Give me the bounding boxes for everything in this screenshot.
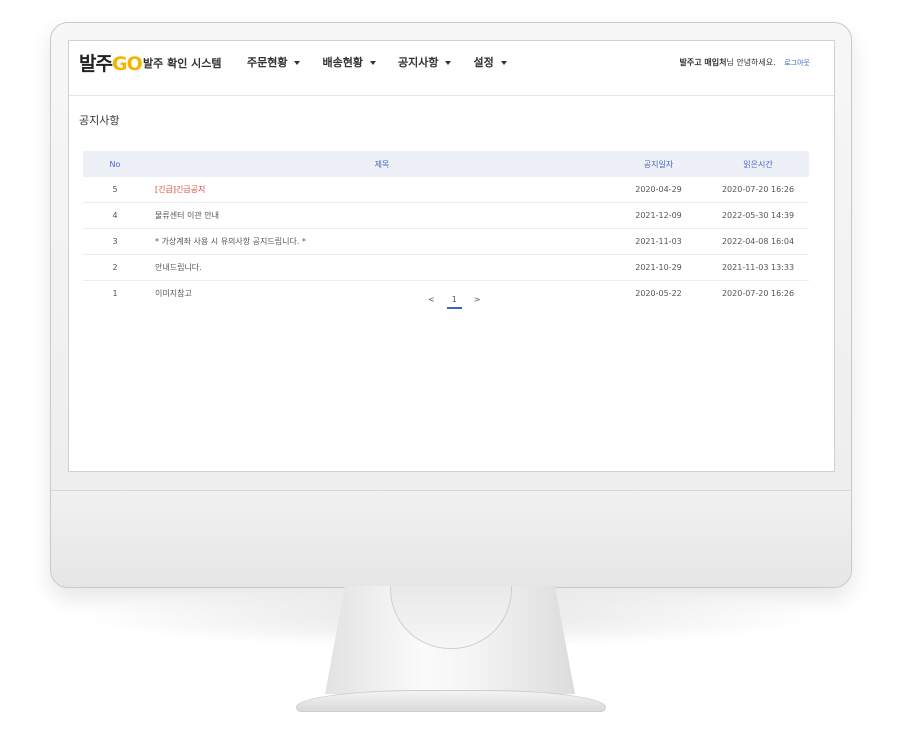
col-read-time[interactable]: 읽은시간 (707, 151, 809, 177)
brand-title: 발주 확인 시스템 (143, 57, 222, 70)
row-title-link[interactable]: [긴급]긴급공지 (147, 177, 610, 203)
row-no: 1 (112, 289, 118, 298)
row-date: 2020-05-22 (635, 289, 682, 298)
pagination: < 1 > (422, 295, 487, 309)
nav-label: 주문현황 (247, 56, 288, 69)
row-read-time: 2020-07-20 16:26 (707, 177, 809, 203)
logout-link[interactable]: 로그아웃 (784, 59, 810, 67)
user-name: 발주고 매입처 (679, 58, 727, 67)
nav-label: 공지사항 (397, 56, 439, 69)
caret-down-icon (369, 61, 376, 65)
greeting-text: 님 안녕하세요. (726, 58, 776, 67)
row-date: 2021-11-03 (610, 228, 707, 255)
next-page-button[interactable]: > (474, 295, 481, 309)
logo-text: 발주 (79, 53, 113, 75)
page-1-button[interactable]: 1 (446, 295, 462, 309)
table-row[interactable]: 4 물류센터 이관 안내 2021-12-09 2022-05-30 14:39 (83, 202, 809, 229)
row-title-link[interactable]: * 가상계좌 사용 시 유의사항 공지드립니다. * (147, 228, 610, 255)
col-date[interactable]: 공지일자 (610, 151, 707, 177)
caret-down-icon (445, 61, 452, 65)
top-header: 발주GO 발주 확인 시스템 주문현황 배송현황 공지사항 설정 발주고 매입처… (69, 41, 834, 96)
col-no[interactable]: No (83, 151, 147, 177)
row-read-time: 2021-11-03 13:33 (707, 254, 809, 281)
main-nav: 주문현황 배송현황 공지사항 설정 (247, 54, 529, 70)
row-read-time: 2022-05-30 14:39 (707, 202, 809, 229)
logo[interactable]: 발주GO (79, 49, 143, 76)
row-no: 4 (83, 202, 147, 229)
row-read-time: 2022-04-08 16:04 (707, 228, 809, 255)
nav-label: 설정 (473, 56, 494, 69)
screen: 발주GO 발주 확인 시스템 주문현황 배송현황 공지사항 설정 발주고 매입처… (68, 40, 835, 472)
user-greeting: 발주고 매입처님 안녕하세요. 로그아웃 (679, 57, 810, 68)
monitor-frame: 발주GO 발주 확인 시스템 주문현황 배송현황 공지사항 설정 발주고 매입처… (50, 22, 852, 588)
row-no: 3 (83, 228, 147, 255)
logo-go: GO (111, 53, 143, 75)
table-row[interactable]: 3 * 가상계좌 사용 시 유의사항 공지드립니다. * 2021-11-03 … (83, 228, 809, 255)
row-date: 2021-12-09 (610, 202, 707, 229)
caret-down-icon (294, 61, 301, 65)
nav-notices[interactable]: 공지사항 (397, 54, 452, 70)
nav-label: 배송현황 (322, 56, 363, 69)
row-read-time: 2020-07-20 16:26 (721, 289, 795, 298)
row-date: 2021-10-29 (610, 254, 707, 281)
notice-table: No 제목 공지일자 읽은시간 5 [긴급]긴급공지 2020-04-29 20… (83, 151, 809, 306)
nav-delivery[interactable]: 배송현황 (322, 54, 376, 70)
prev-page-button[interactable]: < (428, 295, 435, 309)
nav-orders[interactable]: 주문현황 (247, 54, 301, 70)
row-no: 2 (83, 254, 147, 281)
nav-settings[interactable]: 설정 (473, 54, 507, 70)
monitor-base (296, 690, 606, 712)
row-title-link[interactable]: 이미지참고 (147, 281, 610, 307)
row-title-link[interactable]: 물류센터 이관 안내 (147, 202, 610, 229)
row-title-link[interactable]: 안내드립니다. (147, 254, 610, 281)
row-date: 2020-04-29 (610, 177, 707, 203)
table-row[interactable]: 2 안내드립니다. 2021-10-29 2021-11-03 13:33 (83, 254, 809, 281)
row-no: 5 (83, 177, 147, 203)
monitor-chin (51, 490, 851, 587)
page-title: 공지사항 (79, 114, 120, 127)
table-row[interactable]: 5 [긴급]긴급공지 2020-04-29 2020-07-20 16:26 (83, 177, 809, 203)
col-title[interactable]: 제목 (147, 151, 610, 177)
caret-down-icon (500, 61, 507, 65)
table-header-row: No 제목 공지일자 읽은시간 (83, 151, 809, 177)
